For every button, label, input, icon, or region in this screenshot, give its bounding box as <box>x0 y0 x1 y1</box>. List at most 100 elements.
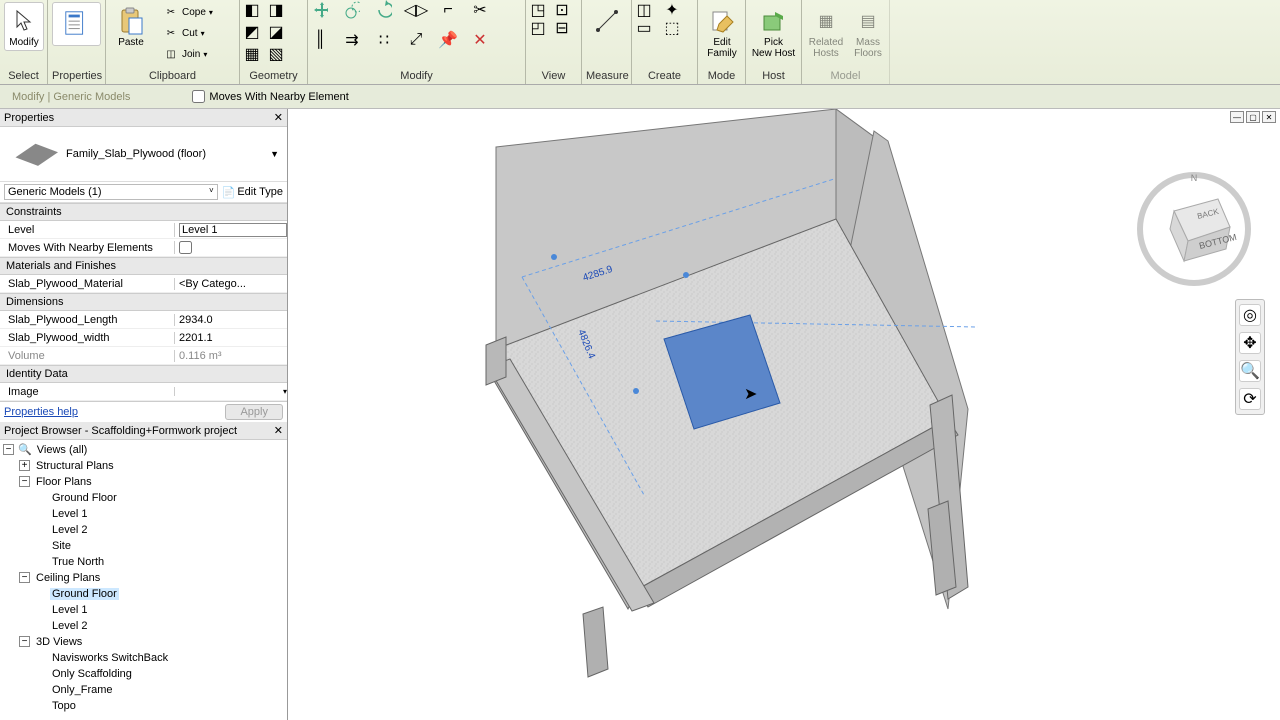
tree-item[interactable]: Ground Floor <box>50 492 119 504</box>
copy-icon[interactable] <box>344 2 360 18</box>
create-icon-2[interactable]: ✦ <box>664 2 680 18</box>
group-label-measure: Measure <box>582 70 631 84</box>
join-btn[interactable]: ◫Join▾ <box>158 44 218 64</box>
tree-item[interactable]: True North <box>50 556 106 568</box>
tree-item[interactable]: Navisworks SwitchBack <box>50 652 170 664</box>
host-icon <box>760 7 788 35</box>
properties-palette: Properties ✕ Family_Slab_Plywood (floor)… <box>0 109 287 422</box>
edit-family-icon <box>708 7 736 35</box>
split-icon[interactable]: ✂ <box>472 2 488 18</box>
offset-icon[interactable]: ⇉ <box>344 32 360 48</box>
geom-icon-1[interactable]: ◧ <box>244 2 260 18</box>
view-icon-3[interactable]: ◰ <box>530 20 546 36</box>
zoom-icon[interactable]: 🔍 <box>1239 360 1261 382</box>
array-icon[interactable]: ∷ <box>376 32 392 48</box>
viewcube[interactable]: N BACK BOTTOM <box>1134 169 1254 289</box>
tree-item[interactable]: Only Scaffolding <box>50 668 134 680</box>
view-icon-1[interactable]: ◳ <box>530 2 546 18</box>
tree-floorplans[interactable]: Floor Plans <box>34 476 94 488</box>
group-label-properties: Properties <box>48 70 105 84</box>
type-selector[interactable]: Family_Slab_Plywood (floor) ▼ <box>0 127 287 182</box>
group-label-create: Create <box>632 70 697 84</box>
moves-with-nearby-check[interactable]: Moves With Nearby Element <box>192 90 348 103</box>
material-field[interactable]: <By Catego... <box>174 278 287 290</box>
create-icon-4[interactable]: ⬚ <box>664 20 680 36</box>
tree-item[interactable]: Level 2 <box>50 524 89 536</box>
tree-item[interactable]: Topo <box>50 700 78 712</box>
cut-btn[interactable]: ✂Cut▾ <box>158 23 218 43</box>
properties-help-link[interactable]: Properties help <box>4 406 78 418</box>
tree-3dviews[interactable]: 3D Views <box>34 636 84 648</box>
cope-btn[interactable]: ✂Cope▾ <box>158 2 218 22</box>
twist-icon[interactable]: − <box>19 572 30 583</box>
properties-btn[interactable] <box>52 2 101 46</box>
group-label-select: Select <box>0 70 47 84</box>
twist-icon[interactable]: − <box>19 636 30 647</box>
pan-icon[interactable]: ✥ <box>1239 332 1261 354</box>
tree-root[interactable]: Views (all) <box>35 444 90 456</box>
close-icon[interactable]: ✕ <box>274 424 283 437</box>
tree-item[interactable]: Level 2 <box>50 620 89 632</box>
tree-item[interactable]: Level 1 <box>50 508 89 520</box>
trim-icon[interactable]: ⌐ <box>440 2 456 18</box>
close-icon[interactable]: ✕ <box>274 111 283 124</box>
group-label-geometry: Geometry <box>240 70 307 84</box>
pick-new-host-btn[interactable]: Pick New Host <box>750 2 797 62</box>
edit-type-btn[interactable]: 📄Edit Type <box>222 186 283 199</box>
measure-btn[interactable] <box>586 2 627 40</box>
moves-nearby-prop[interactable] <box>179 241 192 254</box>
create-icon-3[interactable]: ▭ <box>636 20 652 36</box>
view-icon-2[interactable]: ⊡ <box>554 2 570 18</box>
group-label-host: Host <box>746 70 801 84</box>
twist-icon[interactable]: − <box>3 444 14 455</box>
geom-icon-2[interactable]: ◨ <box>268 2 284 18</box>
width-field[interactable]: 2201.1 <box>174 332 287 344</box>
group-label-modify: Modify <box>308 70 525 84</box>
rotate-icon[interactable] <box>376 2 392 18</box>
twist-icon[interactable]: − <box>19 476 30 487</box>
tree-item[interactable]: Ground Floor <box>50 588 119 600</box>
section-identity[interactable]: Identity Data <box>0 365 287 383</box>
twist-icon[interactable]: + <box>19 460 30 471</box>
create-icon-1[interactable]: ◫ <box>636 2 652 18</box>
apply-button[interactable]: Apply <box>225 404 283 420</box>
section-constraints[interactable]: Constraints <box>0 203 287 221</box>
section-materials[interactable]: Materials and Finishes <box>0 257 287 275</box>
moves-with-nearby-checkbox[interactable] <box>192 90 205 103</box>
scale-icon[interactable]: ⤢ <box>408 32 424 48</box>
element-filter[interactable]: Generic Models (1) ˅ <box>4 184 218 200</box>
chevron-down-icon: ▼ <box>270 149 279 159</box>
geom-icon-3[interactable]: ◩ <box>244 24 260 40</box>
tree-ceilingplans[interactable]: Ceiling Plans <box>34 572 102 584</box>
length-field[interactable]: 2934.0 <box>174 314 287 326</box>
model-canvas[interactable]: 4285.9 4826.4 <box>288 109 1280 720</box>
view-icon-4[interactable]: ⊟ <box>554 20 570 36</box>
related-hosts-icon: ▦ <box>812 7 840 35</box>
tree-item[interactable]: Only_Frame <box>50 684 115 696</box>
mirror-icon[interactable]: ◁▷ <box>408 2 424 18</box>
level-field[interactable] <box>179 223 287 237</box>
steering-wheel-icon[interactable]: ◎ <box>1239 304 1261 326</box>
viewport-3d[interactable]: — ▢ ✕ 4285.9 4826.4 N <box>288 109 1280 720</box>
cope-icon: ✂ <box>163 4 179 20</box>
geom-icon-5[interactable]: ▦ <box>244 46 260 62</box>
pin-icon[interactable]: 📌 <box>440 32 456 48</box>
orbit-icon[interactable]: ⟳ <box>1239 388 1261 410</box>
geom-icon-6[interactable]: ▧ <box>268 46 284 62</box>
paste-btn[interactable]: Paste <box>110 2 152 51</box>
group-label-model: Model <box>802 70 889 84</box>
delete-icon[interactable]: ✕ <box>472 32 488 48</box>
geom-icon-4[interactable]: ◪ <box>268 24 284 40</box>
image-field[interactable]: ▾ <box>174 387 287 396</box>
tree-item[interactable]: Site <box>50 540 73 552</box>
move-icon[interactable] <box>312 2 328 18</box>
section-dimensions[interactable]: Dimensions <box>0 293 287 311</box>
tree-structural[interactable]: Structural Plans <box>34 460 116 472</box>
modify-tool[interactable]: Modify <box>4 2 44 51</box>
align-icon[interactable]: ║ <box>312 32 328 48</box>
paste-icon <box>117 7 145 35</box>
tree-item[interactable]: Level 1 <box>50 604 89 616</box>
project-browser[interactable]: −🔍 Views (all) +Structural Plans −Floor … <box>0 440 287 720</box>
property-grid: Constraints Level Moves With Nearby Elem… <box>0 203 287 401</box>
edit-family-btn[interactable]: Edit Family <box>702 2 742 62</box>
